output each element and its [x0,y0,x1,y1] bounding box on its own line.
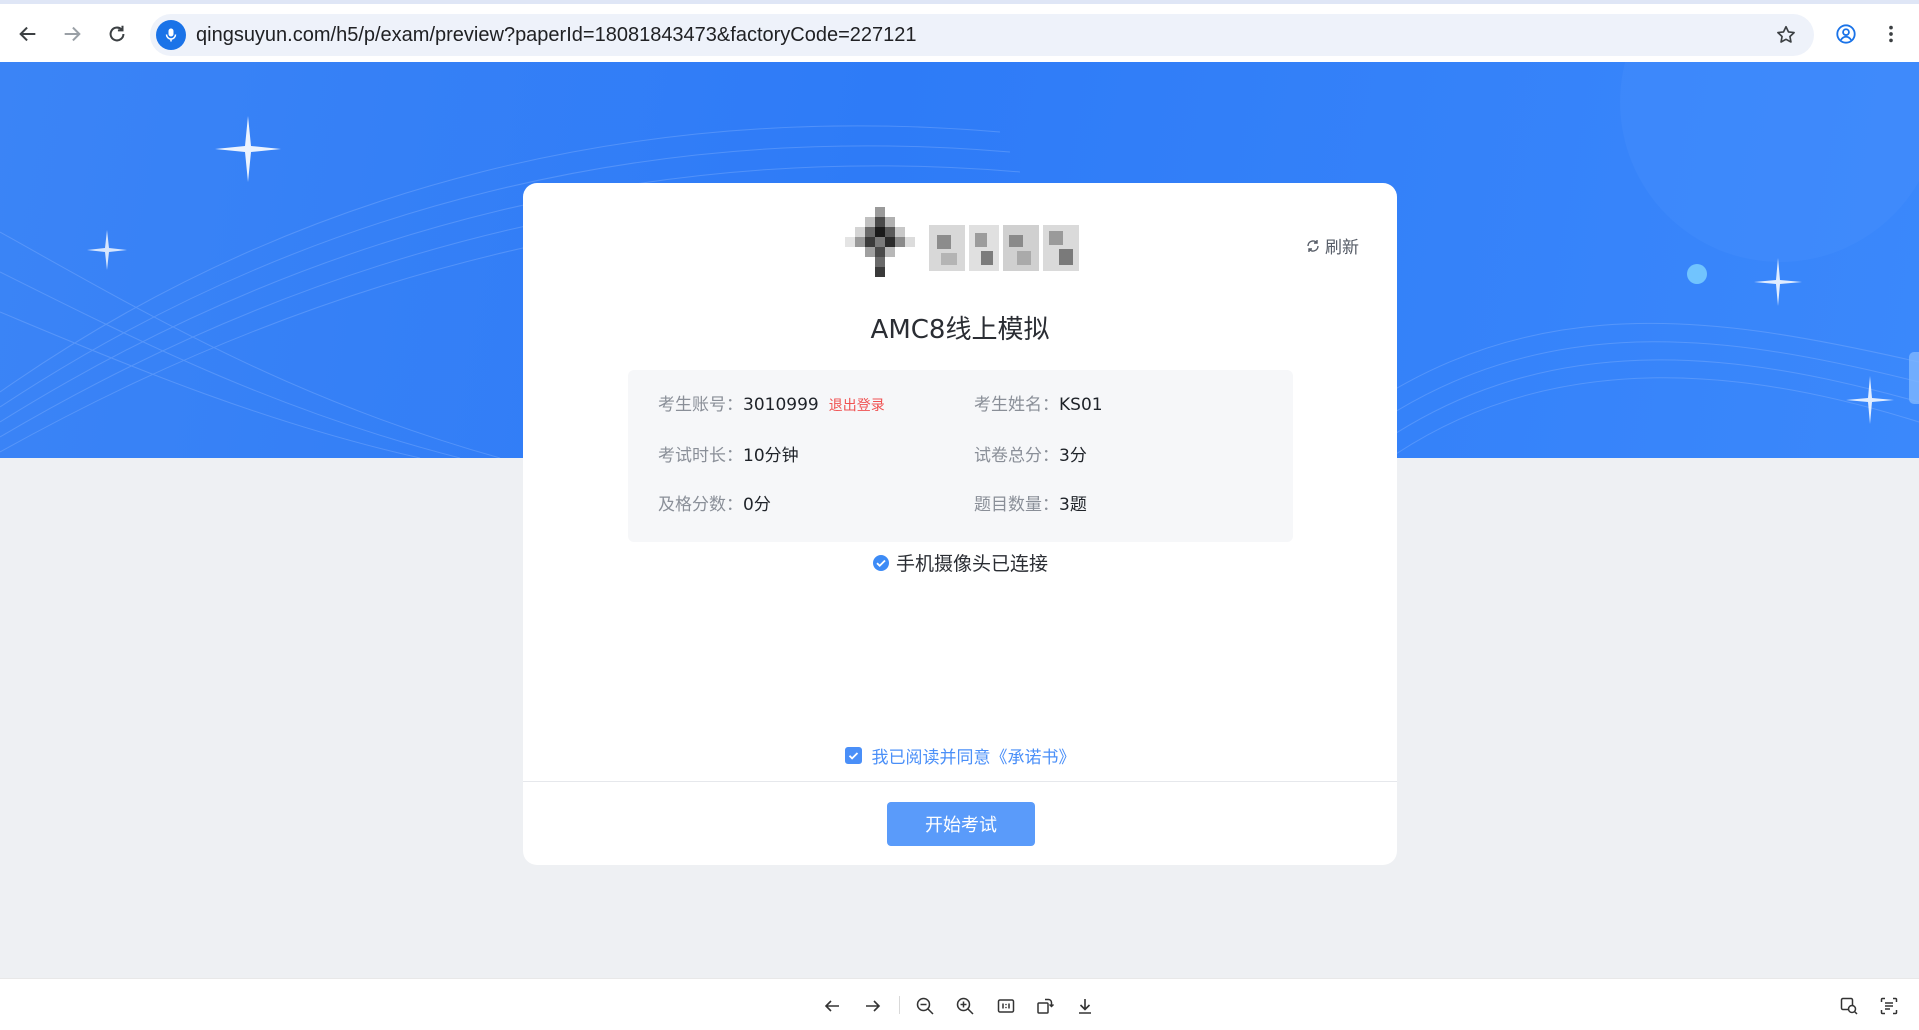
previous-button[interactable] [819,993,845,1019]
bookmark-button[interactable] [1772,21,1800,49]
actual-size-icon [997,999,1015,1013]
image-search-icon [1840,997,1858,1015]
refresh-button[interactable]: 刷新 [1305,233,1359,258]
name-label: 考生姓名： [974,395,1059,415]
next-button[interactable] [860,993,886,1019]
kebab-menu-icon [1889,25,1893,43]
name-info: 考生姓名：KS01 [974,390,1103,420]
duration-label: 考试时长： [658,446,743,466]
checkmark-icon [848,752,858,760]
zoom-in-button[interactable] [952,993,978,1019]
name-value: KS01 [1059,395,1103,415]
image-viewer-toolbar [0,978,1919,1030]
reload-icon [109,25,125,42]
browser-menu-button[interactable] [1873,16,1909,52]
site-info-button[interactable] [156,20,186,50]
card-divider [523,781,1397,782]
account-info: 考生账号：3010999 退出登录 [658,390,885,421]
agree-checkbox[interactable] [844,747,862,764]
actual-size-button[interactable] [993,993,1019,1019]
back-button[interactable] [10,16,46,52]
scrollbar-thumb[interactable] [1909,352,1919,404]
reload-button[interactable] [99,16,135,52]
forward-arrow-icon [64,26,81,42]
refresh-label: 刷新 [1325,238,1359,258]
rotate-icon [1037,998,1055,1014]
pass-score-label: 及格分数： [658,495,743,515]
info-row-pass: 及格分数：0分 题目数量：3题 [628,490,1293,520]
duration-value: 10分钟 [743,446,799,466]
agreement-row: 我已阅读并同意《承诺书》 [523,743,1397,768]
zoom-in-icon [956,997,974,1015]
url-text[interactable]: qingsuyun.com/h5/p/exam/preview?paperId=… [196,14,917,56]
image-search-button[interactable] [1836,993,1862,1019]
forward-button[interactable] [54,16,90,52]
total-score-label: 试卷总分： [974,446,1059,466]
refresh-icon [1307,239,1319,252]
toolbar-separator [899,996,900,1014]
info-row-duration: 考试时长：10分钟 试卷总分：3分 [628,441,1293,471]
blurred-logo-image [845,207,1079,277]
zoom-out-icon [916,997,934,1015]
text-extract-button[interactable] [1876,993,1902,1019]
download-icon [1079,999,1091,1014]
agreement-link[interactable]: 我已阅读并同意《承诺书》 [872,743,1076,768]
check-circle-icon [872,554,889,571]
info-row-account: 考生账号：3010999 退出登录 考生姓名：KS01 [628,390,1293,420]
back-arrow-icon [19,26,36,42]
question-count-label: 题目数量： [974,495,1059,515]
profile-button[interactable] [1828,16,1864,52]
address-bar[interactable]: qingsuyun.com/h5/p/exam/preview?paperId=… [150,14,1814,56]
pass-score-info: 及格分数：0分 [658,490,771,520]
exam-info-panel: 考生账号：3010999 退出登录 考生姓名：KS01 考试时长：10分钟 试卷总… [628,370,1293,542]
browser-toolbar: qingsuyun.com/h5/p/exam/preview?paperId=… [0,0,1919,62]
microphone-icon [165,28,177,42]
star-icon [1777,25,1795,43]
question-count-info: 题目数量：3题 [974,490,1087,520]
account-value: 3010999 [743,395,819,415]
total-score-value: 3分 [1059,446,1087,466]
account-label: 考生账号： [658,395,743,415]
exam-card: 刷新 AMC8线上模拟 考生账号：3010999 退出登录 考生姓名：KS01 考… [523,183,1397,865]
duration-info: 考试时长：10分钟 [658,441,799,471]
total-score-info: 试卷总分：3分 [974,441,1087,471]
rotate-button[interactable] [1032,993,1058,1019]
logout-link[interactable]: 退出登录 [829,398,885,414]
camera-status: 手机摄像头已连接 [523,549,1397,576]
prev-arrow-icon [824,1000,839,1012]
question-count-value: 3题 [1059,495,1087,515]
pass-score-value: 0分 [743,495,771,515]
text-extract-icon [1880,997,1898,1015]
zoom-out-button[interactable] [912,993,938,1019]
next-arrow-icon [866,1000,881,1012]
camera-status-text: 手机摄像头已连接 [895,553,1048,575]
download-button[interactable] [1072,993,1098,1019]
start-exam-button[interactable]: 开始考试 [887,802,1035,846]
profile-icon [1836,24,1856,44]
exam-title: AMC8线上模拟 [870,315,1050,345]
